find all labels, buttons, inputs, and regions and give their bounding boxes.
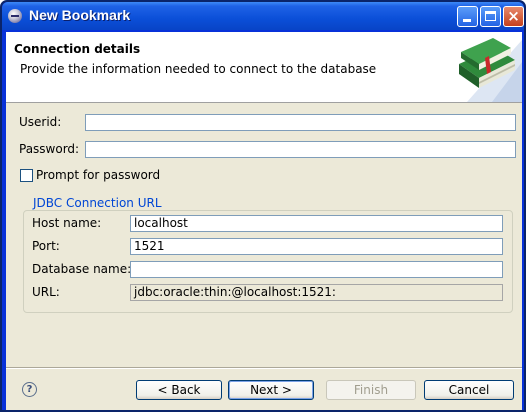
window-title: New Bookmark (29, 7, 131, 23)
button-bar-separator (6, 367, 522, 369)
back-button[interactable]: < Back (136, 380, 222, 400)
host-input[interactable]: localhost (130, 215, 503, 232)
title-bar[interactable]: New Bookmark × (2, 2, 524, 30)
header-description: Provide the information needed to connec… (20, 62, 377, 76)
dialog-body: Connection details Provide the informati… (6, 32, 522, 410)
maximize-button[interactable] (480, 6, 501, 27)
prompt-password-checkbox[interactable] (20, 169, 33, 182)
close-button[interactable]: × (503, 6, 524, 27)
maximize-icon (485, 11, 496, 21)
port-label: Port: (32, 239, 60, 253)
header-title: Connection details (14, 42, 141, 56)
host-label: Host name: (32, 216, 102, 230)
url-field[interactable]: jdbc:oracle:thin:@localhost:1521: (130, 284, 503, 301)
minimize-icon (463, 19, 471, 22)
url-label: URL: (32, 285, 60, 299)
next-button[interactable]: Next > (228, 380, 314, 400)
dialog-window: New Bookmark × Connection details Provid… (0, 0, 526, 412)
jdbc-group-title: JDBC Connection URL (30, 196, 165, 210)
book-icon (459, 38, 522, 102)
close-icon: × (507, 7, 520, 25)
database-label: Database name: (32, 262, 132, 276)
prompt-password-label[interactable]: Prompt for password (36, 168, 160, 182)
password-label: Password: (19, 142, 80, 156)
finish-button[interactable]: Finish (326, 380, 416, 400)
cancel-button[interactable]: Cancel (424, 380, 514, 400)
help-icon[interactable]: ? (22, 382, 37, 397)
port-input[interactable]: 1521 (130, 238, 503, 255)
minimize-button[interactable] (457, 6, 478, 27)
wizard-header: Connection details Provide the informati… (6, 32, 522, 103)
userid-input[interactable] (85, 114, 516, 131)
userid-label: Userid: (19, 115, 62, 129)
password-input[interactable] (85, 141, 516, 158)
database-input[interactable] (130, 261, 503, 278)
eclipse-icon (8, 9, 22, 23)
